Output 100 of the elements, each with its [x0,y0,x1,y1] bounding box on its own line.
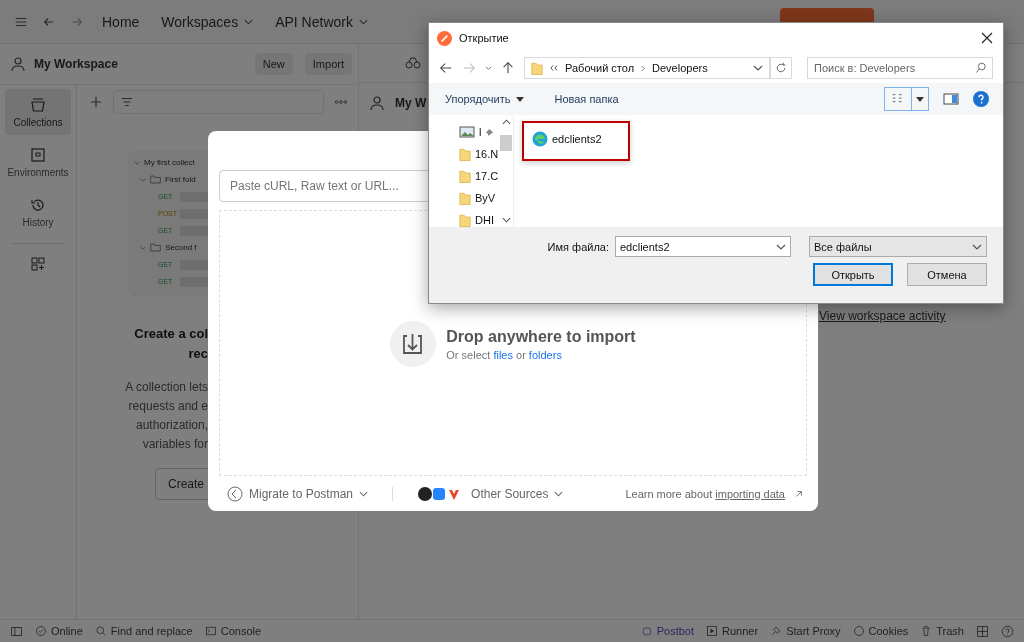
workspace-title: My W [395,96,427,110]
file-type-dropdown[interactable]: Все файлы [809,236,987,257]
sidebar-item[interactable]: Collections [5,89,71,135]
status-item[interactable]: Cookies [852,625,909,637]
folder-icon [150,175,161,184]
status-item[interactable]: Console [204,625,262,637]
folder-name: Second f [165,243,197,252]
status-item[interactable]: Postbot [640,625,695,637]
file-item[interactable]: edclients2 [522,121,630,161]
folder-tree-item[interactable]: l [459,121,499,143]
other-sources-dropdown[interactable]: Other Sources [471,486,564,501]
chevron-down-icon [140,177,146,182]
empty-description: authorization, [135,417,208,434]
migrate-dropdown[interactable]: Migrate to Postman [227,485,369,502]
dialog-title: Открытие [459,32,509,44]
folder-tree-item[interactable]: ByV [459,187,499,209]
drop-hint: Or select files or folders [446,348,563,361]
user-icon [369,95,385,111]
bot-icon [640,625,653,637]
browser-file-icon [532,131,548,147]
empty-description: variables for [142,436,208,453]
caret-icon[interactable] [485,65,492,71]
file-picker-link[interactable]: folders [528,348,562,361]
import-icon [390,321,437,367]
placeholder-bar [180,259,208,270]
sidebar-item[interactable]: Environments [5,139,71,185]
workspace-name: My Workspace [34,57,118,71]
view-options-button[interactable] [884,87,929,111]
placeholder-bar [180,191,208,202]
sidebar-toggle-icon[interactable] [10,624,23,638]
add-icon[interactable] [89,95,103,109]
layout-icon[interactable] [976,624,989,638]
search-field[interactable]: Поиск в: Developers [807,57,993,79]
migrate-icon [227,485,243,502]
check-circle-icon [35,625,47,637]
nav-menu[interactable]: Workspaces [157,13,258,30]
learn-more-text: Learn more about importing data [625,487,785,500]
double-chevron-icon [550,65,558,71]
folder-tree-item[interactable]: 16.N [459,143,499,165]
chevron-down-icon [140,245,146,250]
scroll-down-icon[interactable] [501,217,511,223]
file-picker-link[interactable]: files [493,348,513,361]
filename-field[interactable]: edclients2 [615,236,791,257]
status-item[interactable]: Start Proxy [770,625,841,637]
folder-icon [150,243,161,252]
organize-menu[interactable]: Упорядочить [437,91,533,107]
caret-icon [516,96,525,102]
sidebar-item[interactable]: History [5,189,71,235]
folder-icon [531,60,543,76]
binoculars-icon[interactable] [405,57,421,69]
up-arrow-icon[interactable] [501,61,515,75]
history-icon [30,196,46,213]
folder-icon [459,146,471,162]
search-icon [975,62,987,74]
empty-title: Create a col [134,325,208,343]
environment-icon [30,146,46,163]
folder-icon [459,190,471,206]
more-icon[interactable] [334,99,348,105]
chevron-down-icon [134,160,140,165]
folder-tree-item[interactable]: 17.C [459,165,499,187]
nav-menu[interactable]: API Network [271,13,372,30]
workspace-button[interactable]: New [254,53,293,75]
trash-icon [920,625,933,637]
chevron-down-icon [244,18,254,25]
status-item[interactable]: Find and replace [94,625,193,637]
user-icon [10,56,26,72]
dialog-button[interactable]: Открыть [813,263,893,286]
scrollbar-thumb[interactable] [500,135,512,151]
folder-tree-item[interactable]: DHI [459,209,499,227]
help-icon[interactable] [973,91,989,107]
chevron-down-icon [358,18,368,25]
play-icon [706,625,719,637]
caret-icon [916,96,924,102]
scroll-up-icon[interactable] [501,119,511,125]
empty-description: A collection lets [125,379,208,396]
drop-title: Drop anywhere to import [446,327,636,346]
back-arrow-icon[interactable] [439,61,453,75]
new-folder-button[interactable]: Новая папка [546,91,627,107]
workspace-activity-link[interactable]: View workspace activity [819,309,946,323]
address-bar[interactable]: Рабочий стол Developers [524,57,770,79]
help-icon[interactable] [1001,624,1014,638]
add-apps-icon[interactable] [30,256,46,272]
close-icon[interactable] [981,32,993,44]
empty-description: requests and e [128,398,208,415]
nav-menu[interactable]: Home [98,13,144,30]
app-logo-icon [437,30,452,46]
refresh-button[interactable] [770,57,792,79]
status-item[interactable]: Runner [706,625,759,637]
workspace-button[interactable]: Import [304,53,352,75]
importing-data-link[interactable]: importing data [715,487,785,500]
status-item[interactable]: Online [35,625,83,637]
placeholder-bar [180,276,208,287]
dialog-button[interactable]: Отмена [907,263,987,286]
preview-pane-icon[interactable] [943,92,959,106]
bucket-icon [30,96,46,113]
filter-field[interactable] [113,90,324,114]
status-item[interactable]: Trash [920,625,964,637]
external-link-icon[interactable] [795,489,803,498]
folder-icon [459,168,471,184]
chevron-down-icon [554,490,564,497]
